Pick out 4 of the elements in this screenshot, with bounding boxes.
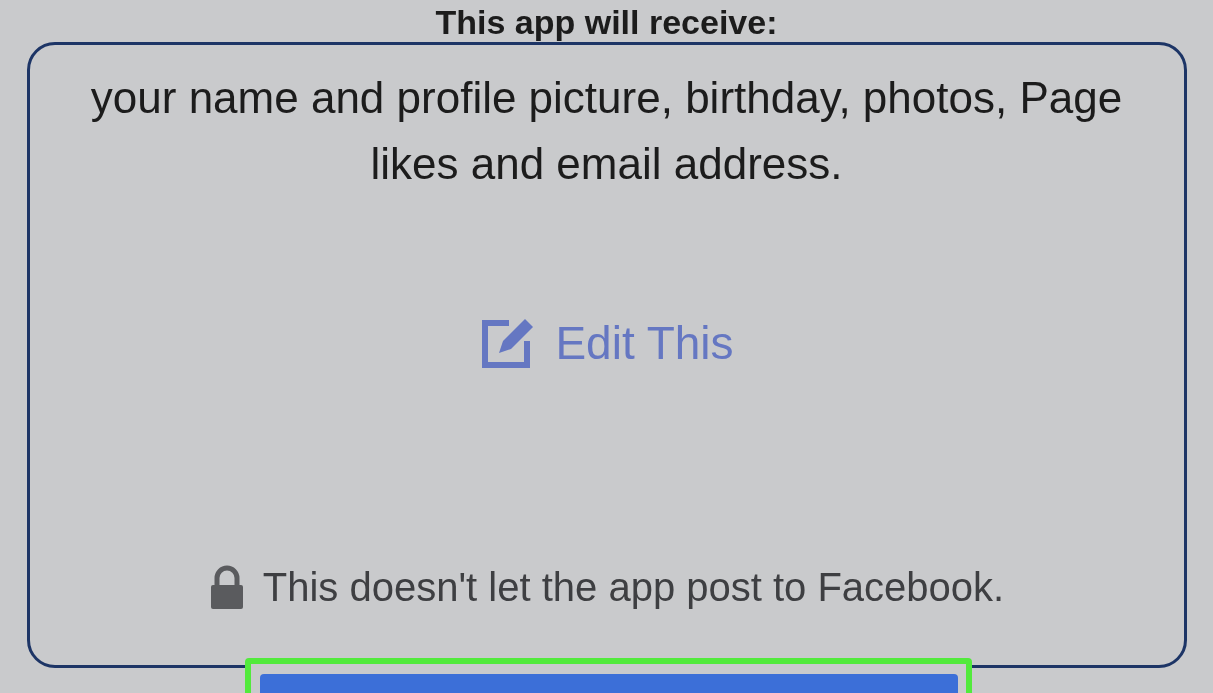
permissions-text: your name and profile picture, birthday, photos, Page likes and email address. <box>89 72 1124 190</box>
heading: This app will receive: <box>435 2 778 42</box>
notice-text: This doesn't let the app post to Facebook. <box>262 564 1005 611</box>
edit-link[interactable]: Edit This <box>479 308 734 378</box>
